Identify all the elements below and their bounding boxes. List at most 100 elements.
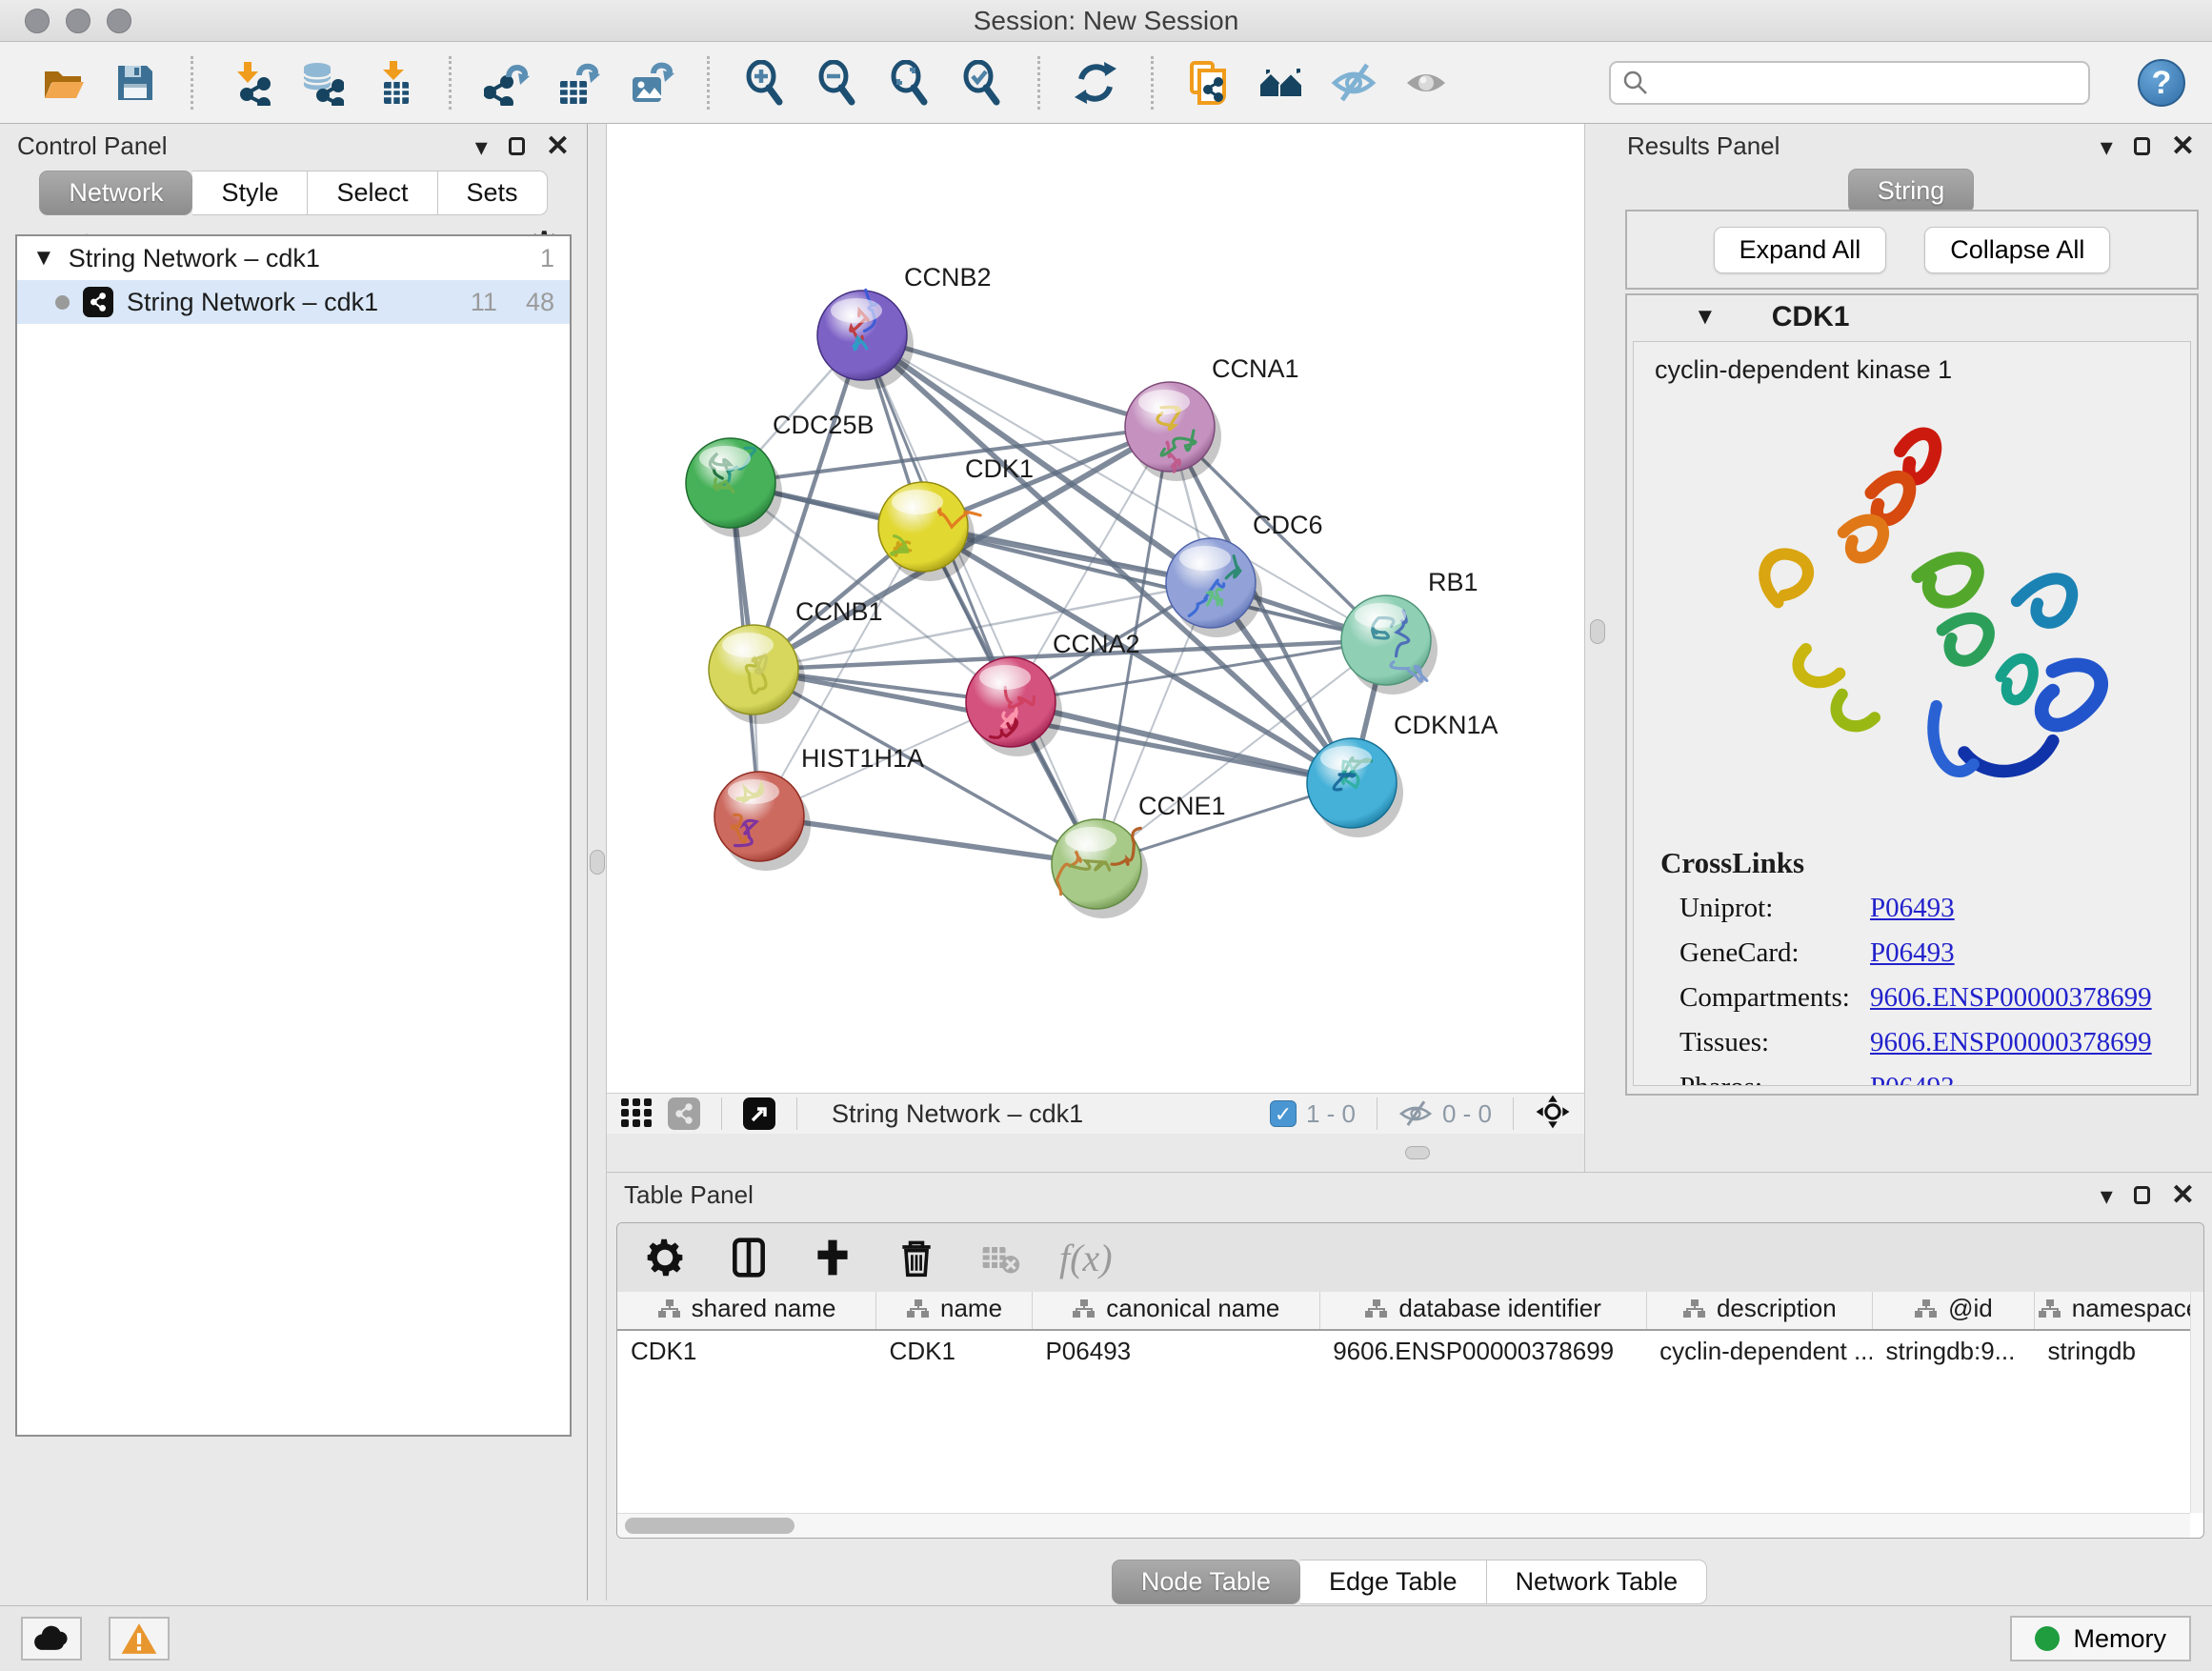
column-header-database-identifier[interactable]: database identifier — [1319, 1292, 1646, 1330]
import-network-database-button[interactable] — [296, 58, 346, 108]
table-cell[interactable]: cyclin-dependent ... — [1646, 1330, 1872, 1372]
tab-string[interactable]: String — [1848, 169, 1975, 213]
help-button[interactable]: ? — [2138, 59, 2185, 107]
network-node-RB1[interactable]: RB1 — [1341, 568, 1478, 695]
maximize-panel-button[interactable] — [2134, 134, 2150, 159]
network-node-CCNB1[interactable]: CCNB1 — [709, 597, 883, 724]
column-header-name[interactable]: name — [876, 1292, 1033, 1330]
network-node-HIST1H1A[interactable]: HIST1H1A — [714, 744, 924, 871]
delete-column-trash-icon[interactable] — [892, 1233, 941, 1282]
zoom-out-button[interactable] — [813, 58, 862, 108]
warning-status-button[interactable] — [109, 1617, 170, 1661]
table-vertical-scrollbar[interactable] — [2190, 1292, 2203, 1513]
open-session-button[interactable] — [38, 58, 88, 108]
tab-sets[interactable]: Sets — [438, 171, 548, 215]
fit-content-icon[interactable] — [1535, 1094, 1571, 1135]
network-view-toolbar: String Network – cdk1 ✓1 - 0 0 - 0 — [607, 1093, 1584, 1134]
export-image-button[interactable] — [627, 58, 676, 108]
crosslink-link[interactable]: P06493 — [1870, 937, 1955, 969]
close-panel-button[interactable]: ✕ — [2171, 132, 2195, 161]
table-panel-title: Table Panel — [624, 1180, 754, 1210]
table-cell[interactable]: P06493 — [1032, 1330, 1319, 1372]
create-column-icon[interactable] — [808, 1233, 857, 1282]
zoom-fit-button[interactable] — [885, 58, 935, 108]
float-panel-button[interactable]: ▾ — [2101, 134, 2113, 159]
import-table-file-button[interactable] — [369, 58, 418, 108]
crosslink-link[interactable]: 9606.ENSP00000378699 — [1870, 982, 2152, 1014]
crosslink-link[interactable]: P06493 — [1870, 1072, 1955, 1086]
import-network-file-button[interactable] — [224, 58, 273, 108]
clone-network-button[interactable] — [1184, 58, 1234, 108]
float-panel-button[interactable]: ▾ — [475, 134, 488, 159]
network-node-CDKN1A[interactable]: CDKN1A — [1307, 711, 1498, 837]
maximize-panel-button[interactable] — [509, 134, 525, 159]
table-panel: Table Panel ▾ ✕ f(x) shared namenamecano… — [607, 1172, 2212, 1605]
export-table-button[interactable] — [554, 58, 604, 108]
tab-select[interactable]: Select — [308, 171, 437, 215]
column-header-id[interactable]: @id — [1872, 1292, 2034, 1330]
crosslink-link[interactable]: 9606.ENSP00000378699 — [1870, 1027, 2152, 1058]
network-node-CDC25B[interactable]: CDC25B — [686, 411, 875, 537]
gene-description: cyclin-dependent kinase 1 — [1634, 342, 2190, 385]
right-splitter[interactable] — [1584, 124, 1610, 1172]
network-node-CCNA1[interactable]: CCNA1 — [1125, 354, 1299, 481]
table-row[interactable]: CDK1CDK1P064939606.ENSP00000378699cyclin… — [617, 1330, 2203, 1372]
open-in-new-window-icon[interactable] — [743, 1097, 775, 1130]
search-input[interactable] — [1657, 68, 2077, 97]
float-panel-button[interactable]: ▾ — [2101, 1183, 2113, 1208]
network-node-CCNB2[interactable]: CCNB2 — [817, 263, 992, 390]
horizontal-splitter-handle[interactable] — [1405, 1146, 1430, 1159]
network-canvas[interactable]: CCNB2CCNA1CDC25BCDK1CDC6RB1CCNB1CCNA2CDK… — [607, 124, 1584, 1093]
apply-layout-button[interactable] — [1071, 58, 1120, 108]
network-view[interactable]: CCNB2CCNA1CDC25BCDK1CDC6RB1CCNB1CCNA2CDK… — [607, 124, 1584, 1093]
collapse-all-button[interactable]: Collapse All — [1924, 227, 2110, 273]
table-cell[interactable]: CDK1 — [617, 1330, 876, 1372]
crosslink-row: GeneCard:P06493 — [1634, 931, 2190, 976]
function-builder-icon: f(x) — [1059, 1233, 1113, 1282]
selected-checkbox-icon[interactable]: ✓ — [1270, 1100, 1297, 1127]
column-header-namespace[interactable]: namespace — [2034, 1292, 2202, 1330]
table-cell[interactable]: 9606.ENSP00000378699 — [1319, 1330, 1646, 1372]
scrollbar-thumb[interactable] — [625, 1518, 794, 1534]
titlebar: Session: New Session — [0, 0, 2212, 42]
section-caret-icon[interactable]: ▼ — [1694, 304, 1717, 331]
close-panel-button[interactable]: ✕ — [546, 132, 570, 161]
gene-section: ▼ CDK1 cyclin-dependent kinase 1 — [1625, 293, 2199, 1096]
column-header-canonical-name[interactable]: canonical name — [1032, 1292, 1319, 1330]
zoom-selected-button[interactable] — [957, 58, 1007, 108]
tab-network[interactable]: Network — [39, 171, 192, 215]
birdseye-view-icon[interactable] — [620, 1096, 653, 1133]
horizontal-splitter[interactable] — [607, 1134, 1584, 1172]
left-splitter[interactable] — [588, 124, 607, 1601]
tab-style[interactable]: Style — [192, 171, 308, 215]
save-session-button[interactable] — [111, 58, 160, 108]
network-collection-row[interactable]: ▼ String Network – cdk1 1 — [17, 236, 570, 280]
zoom-in-button[interactable] — [740, 58, 790, 108]
column-header-shared-name[interactable]: shared name — [617, 1292, 876, 1330]
tab-network-table[interactable]: Network Table — [1487, 1560, 1708, 1604]
show-columns-icon[interactable] — [724, 1233, 774, 1282]
cloud-status-button[interactable] — [21, 1617, 82, 1661]
collection-caret-icon[interactable]: ▼ — [32, 245, 55, 272]
table-cell[interactable]: stringdb — [2034, 1330, 2202, 1372]
table-options-gear-icon[interactable] — [640, 1233, 690, 1282]
crosslink-link[interactable]: P06493 — [1870, 893, 1955, 924]
tab-node-table[interactable]: Node Table — [1112, 1560, 1300, 1604]
maximize-panel-button[interactable] — [2134, 1183, 2150, 1208]
table-cell[interactable]: CDK1 — [876, 1330, 1033, 1372]
column-header-description[interactable]: description — [1646, 1292, 1872, 1330]
show-all-panels-button[interactable] — [1257, 58, 1306, 108]
export-network-button[interactable] — [482, 58, 532, 108]
expand-all-button[interactable]: Expand All — [1714, 227, 1887, 273]
table-horizontal-scrollbar[interactable] — [617, 1513, 2190, 1538]
network-node-CCNE1[interactable]: CCNE1 — [1052, 792, 1226, 918]
search-icon — [1622, 70, 1649, 96]
tab-edge-table[interactable]: Edge Table — [1300, 1560, 1487, 1604]
table-cell[interactable]: stringdb:9... — [1872, 1330, 2034, 1372]
network-row-selected[interactable]: String Network – cdk1 1148 — [17, 280, 570, 324]
memory-button[interactable]: Memory — [2010, 1616, 2191, 1661]
left-splitter-handle[interactable] — [590, 850, 605, 875]
close-panel-button[interactable]: ✕ — [2171, 1181, 2195, 1210]
hide-panels-button[interactable] — [1329, 58, 1378, 108]
right-splitter-handle[interactable] — [1590, 619, 1605, 644]
